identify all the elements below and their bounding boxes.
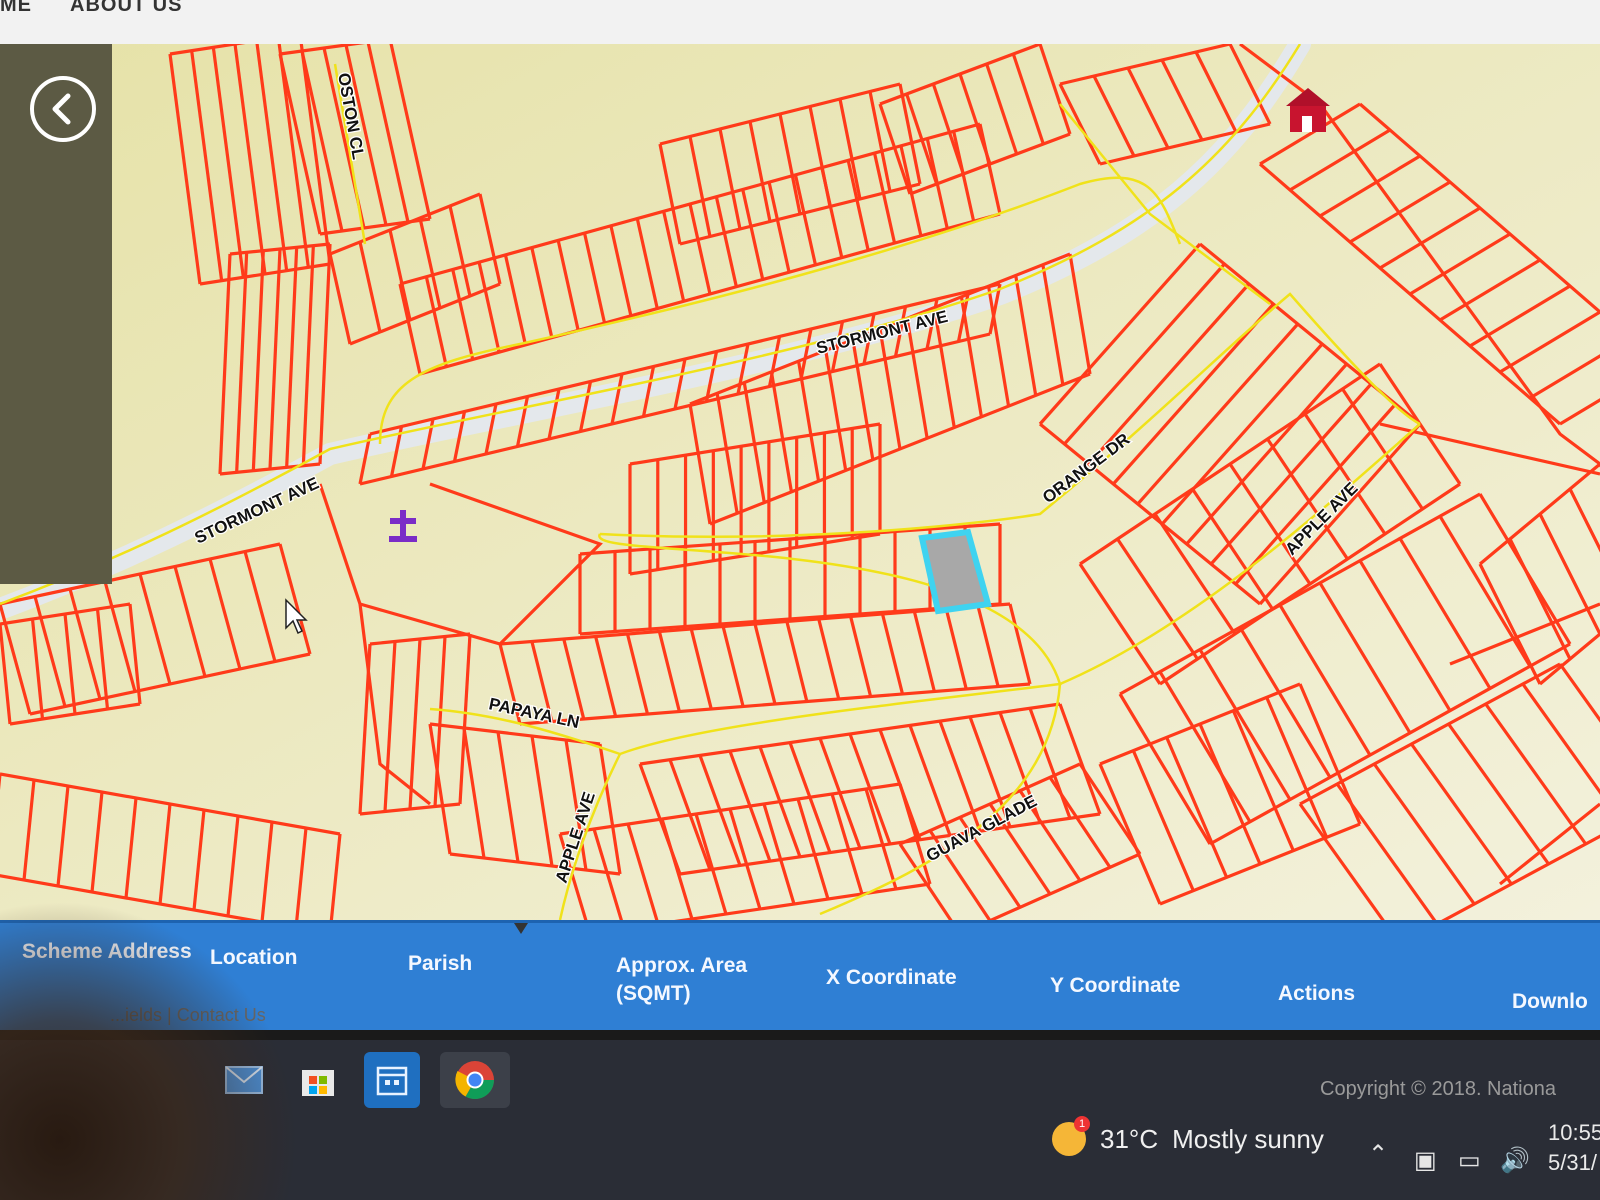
column-header-y-coordinate[interactable]: Y Coordinate [1050,972,1180,1000]
nav-home[interactable]: ME [0,0,32,17]
clock-date: 5/31/ [1548,1150,1597,1175]
column-header-scheme-address[interactable]: Scheme Address [22,938,192,966]
weather-widget[interactable]: 1 31°C Mostly sunny [1052,1116,1324,1156]
mail-icon[interactable] [216,1052,272,1108]
parcel-map-canvas[interactable]: STORMONT AVE STORMONT AVE ORANGE DR APPL… [0,44,1600,920]
device-icon[interactable]: ▣ [1414,1146,1437,1175]
column-header-approx-area[interactable]: Approx. Area (SQMT) [616,952,747,1008]
weather-badge: 1 [1074,1116,1090,1132]
weather-description: Mostly sunny [1172,1123,1324,1154]
column-header-actions[interactable]: Actions [1278,980,1355,1008]
chrome-browser-icon[interactable] [440,1052,510,1108]
map-background [0,44,1600,920]
weather-temperature: 31°C [1100,1123,1159,1154]
weather-sun-icon: 1 [1052,1116,1090,1156]
column-header-x-coordinate[interactable]: X Coordinate [826,964,957,992]
store-icon[interactable] [290,1052,346,1108]
clock-time: 10:55 [1548,1120,1600,1145]
parcel-map[interactable]: STORMONT AVE STORMONT AVE ORANGE DR APPL… [0,44,1600,920]
column-header-location[interactable]: Location [210,944,298,972]
sort-arrow-icon[interactable] [514,923,528,934]
column-header-parish[interactable]: Parish [408,950,472,978]
back-button[interactable] [30,76,96,142]
calendar-app-icon[interactable] [364,1052,420,1108]
volume-icon[interactable]: 🔊 [1500,1146,1530,1175]
back-arrow-icon [52,93,71,125]
copyright-text: Copyright © 2018. Nationa [1320,1078,1556,1100]
nav-about[interactable]: ABOUT US [70,0,182,17]
network-icon[interactable]: ▭ [1458,1146,1481,1175]
chevron-up-icon[interactable]: ⌃ [1368,1140,1388,1169]
column-header-download[interactable]: Downlo [1512,988,1588,1016]
taskbar-clock[interactable]: 10:55 5/31/ [1548,1118,1600,1178]
footer-links[interactable]: ...ields | Contact Us [110,1005,266,1026]
top-navigation-bar: ME ABOUT US [0,0,1600,46]
